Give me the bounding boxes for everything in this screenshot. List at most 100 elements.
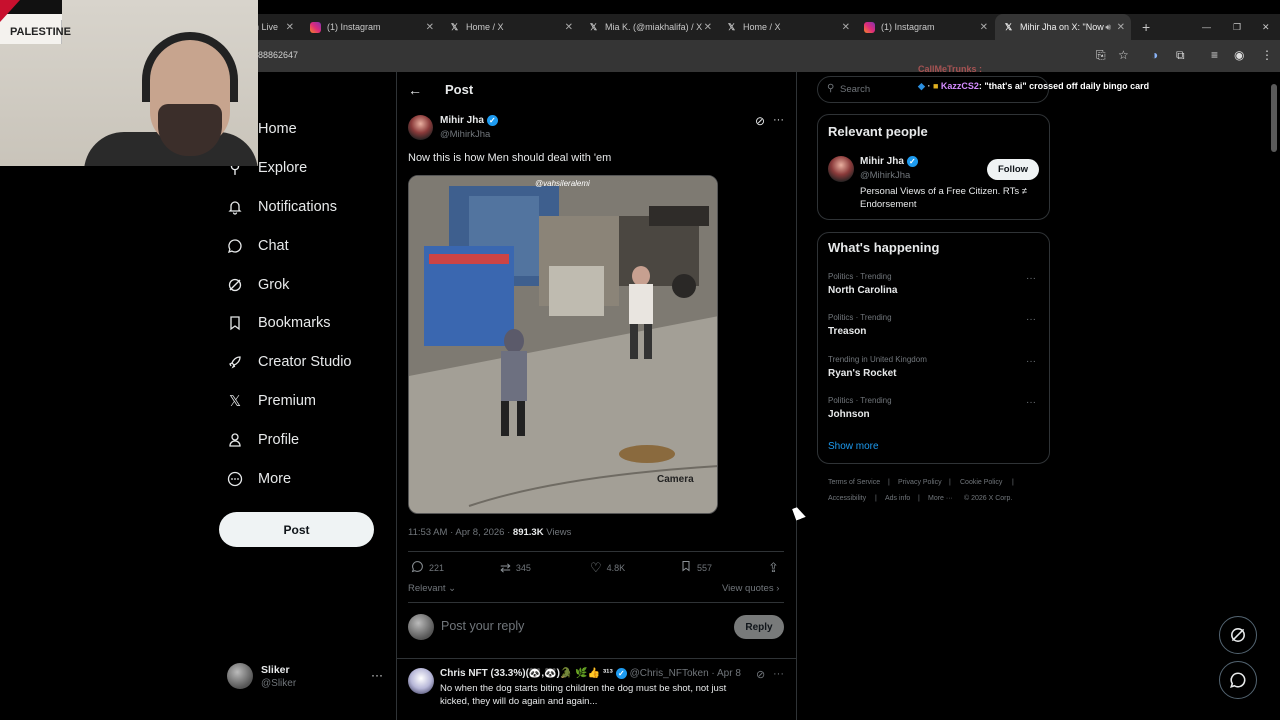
reply-author-name: Chris NFT (33.3%)(🐼,🐼)🐊 🌿👍 ³¹³	[440, 668, 613, 680]
trend-name: Johnson	[828, 409, 870, 420]
footer-privacy-link[interactable]: Privacy Policy	[898, 479, 942, 486]
person-bio: Endorsement	[860, 199, 917, 210]
browser-tab[interactable]: (1) Instagram ✕	[856, 14, 994, 40]
menu-icon[interactable]: ⋮	[1261, 48, 1273, 62]
footer-accessibility-link[interactable]: Accessibility	[828, 495, 866, 502]
bookmark-action-button[interactable]: 557	[680, 560, 712, 575]
footer-terms-link[interactable]: Terms of Service	[828, 479, 880, 486]
reply-more-icon[interactable]: ···	[773, 668, 784, 680]
browser-tab-active[interactable]: 𝕏 Mihir Jha on X: "Now 🔊︎ ✕	[995, 14, 1131, 40]
trend-more-icon[interactable]: ···	[1026, 273, 1036, 284]
media-icon[interactable]: ≡	[1211, 48, 1218, 62]
browser-tab[interactable]: 𝕏 Home / X ✕	[718, 14, 856, 40]
column-divider	[796, 72, 797, 720]
follow-button[interactable]: Follow	[987, 159, 1039, 180]
trend-name: North Carolina	[828, 285, 898, 296]
restore-icon[interactable]: ❐	[1225, 14, 1245, 40]
close-icon[interactable]: ✕	[1117, 22, 1125, 33]
reply-author-avatar[interactable]	[408, 668, 434, 694]
person-name-row[interactable]: Mihir Jha ✓	[860, 156, 918, 167]
nav-item-more[interactable]: More	[226, 464, 291, 494]
nav-item-bookmarks[interactable]: Bookmarks	[226, 308, 331, 338]
author-avatar[interactable]	[408, 115, 433, 140]
chevron-down-icon: ⌄	[445, 583, 457, 594]
minimize-icon[interactable]: —	[1194, 14, 1214, 40]
account-more-icon[interactable]: ···	[371, 668, 383, 682]
grok-floating-button[interactable]	[1219, 616, 1257, 654]
close-icon[interactable]: ✕	[704, 22, 712, 33]
footer-cookie-link[interactable]: Cookie Policy	[960, 479, 1002, 486]
whats-happening-panel	[817, 232, 1050, 464]
nav-item-premium[interactable]: 𝕏 Premium	[226, 386, 316, 416]
speaker-icon[interactable]: 🔊︎	[1105, 22, 1111, 33]
star-icon[interactable]: ☆	[1118, 48, 1129, 62]
reply-author-row[interactable]: Chris NFT (33.3%)(🐼,🐼)🐊 🌿👍 ³¹³ ✓ @Chris_N…	[440, 668, 741, 679]
view-quotes-link[interactable]: View quotes ›	[722, 583, 779, 594]
more-circle-icon	[226, 470, 244, 488]
scrollbar[interactable]	[1271, 84, 1277, 152]
install-icon[interactable]: ⎘	[1096, 48, 1106, 63]
trend-more-icon[interactable]: ···	[1026, 356, 1036, 367]
compose-post-button[interactable]: Post	[219, 512, 374, 547]
footer-ads-link[interactable]: Ads info	[885, 495, 910, 502]
account-handle: @Sliker	[261, 678, 297, 689]
reply-text: kicked, they will do again and again...	[440, 696, 598, 707]
chat-floating-button[interactable]	[1219, 661, 1257, 699]
grok-explain-icon[interactable]: ⊘	[756, 668, 765, 681]
puzzle-icon[interactable]: ⧉	[1176, 48, 1185, 63]
close-icon[interactable]: ✕	[426, 22, 434, 33]
extension-active-icon[interactable]: ◑	[1151, 48, 1158, 62]
grok-explain-icon[interactable]: ⊘	[755, 114, 765, 128]
share-action-button[interactable]: ⇪	[768, 560, 784, 576]
nav-item-creator-studio[interactable]: Creator Studio	[226, 347, 352, 377]
trend-more-icon[interactable]: ···	[1026, 397, 1036, 408]
grok-icon	[226, 276, 244, 294]
browser-tab[interactable]: 𝕏 Mia K. (@miakhalifa) / X ✕	[580, 14, 718, 40]
x-icon: 𝕏	[450, 21, 459, 32]
close-icon[interactable]: ✕	[842, 22, 850, 33]
search-placeholder: Search	[840, 84, 871, 95]
verified-badge-icon: ✓	[906, 156, 918, 167]
post-timestamp: 11:53 AM · Apr 8, 2026 · 891.3K Views	[408, 527, 572, 538]
author-name-row[interactable]: Mihir Jha ✓	[440, 115, 498, 126]
browser-tab[interactable]: 𝕏 Home / X ✕	[441, 14, 579, 40]
trend-name: Ryan's Rocket	[828, 368, 897, 379]
nav-item-chat[interactable]: Chat	[226, 231, 289, 261]
bell-icon	[226, 198, 244, 216]
video-camera-label: Camera	[657, 474, 694, 485]
person-avatar[interactable]	[828, 156, 854, 182]
close-icon[interactable]: ✕	[980, 22, 988, 33]
like-action-button[interactable]: ♡ 4.8K	[590, 560, 625, 576]
reply-button[interactable]: Reply	[734, 615, 784, 639]
url-field[interactable]: 88862647	[258, 50, 298, 60]
show-more-link[interactable]: Show more	[828, 441, 879, 452]
trend-more-icon[interactable]: ···	[1026, 314, 1036, 325]
instagram-icon	[310, 21, 321, 33]
reply-sort-dropdown[interactable]: Relevant ⌄	[408, 583, 456, 594]
post-video[interactable]: @vahsileralemi Camera	[408, 175, 718, 514]
reply-input[interactable]: Post your reply	[441, 619, 524, 633]
new-tab-button[interactable]: +	[1134, 14, 1154, 40]
person-handle[interactable]: @MihirkJha	[860, 170, 910, 181]
author-handle[interactable]: @MihirkJha	[440, 129, 490, 140]
close-icon[interactable]: ✕	[565, 22, 573, 33]
close-icon[interactable]: ✕	[286, 22, 294, 33]
author-name: Mihir Jha	[440, 115, 484, 127]
nav-item-profile[interactable]: Profile	[226, 425, 299, 455]
footer-more-link[interactable]: More ···	[928, 495, 953, 502]
repost-action-button[interactable]: ⇄ 345	[500, 560, 531, 576]
window-close-icon[interactable]: ✕	[1254, 14, 1274, 40]
search-icon: ⚲	[827, 83, 835, 94]
footer-copyright: © 2026 X Corp.	[964, 495, 1013, 502]
nav-item-notifications[interactable]: Notifications	[226, 192, 337, 222]
nav-item-grok[interactable]: Grok	[226, 270, 289, 300]
search-input[interactable]: ⚲ Search	[817, 76, 1049, 103]
avatar[interactable]	[227, 663, 253, 689]
person-bio: Personal Views of a Free Citizen. RTs ≠	[860, 186, 1027, 197]
browser-tab[interactable]: (1) Instagram ✕	[302, 14, 440, 40]
back-arrow-icon[interactable]: ←	[408, 82, 422, 98]
panel-title: Relevant people	[828, 124, 928, 139]
post-more-icon[interactable]: ···	[773, 114, 784, 126]
reply-action-button[interactable]: 221	[411, 560, 444, 576]
profile-icon[interactable]: ◉	[1234, 48, 1244, 62]
